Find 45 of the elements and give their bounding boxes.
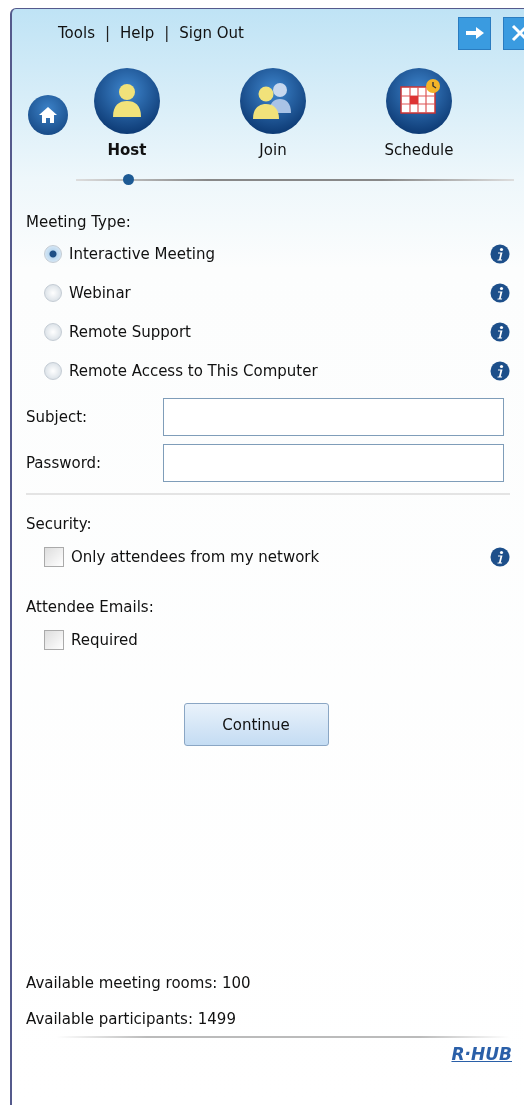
checkbox[interactable] (44, 547, 64, 567)
info-icon[interactable] (490, 244, 510, 264)
info-icon[interactable] (490, 283, 510, 303)
radio-button[interactable] (44, 362, 62, 380)
section-label: Meeting Type: (26, 213, 132, 231)
menu-separator: | (164, 24, 170, 42)
checkbox-label: Only attendees from my network (71, 548, 320, 566)
continue-button[interactable]: Continue (183, 703, 329, 746)
dock-button[interactable] (458, 16, 491, 50)
radio-button[interactable] (44, 245, 62, 263)
nav-tab[interactable]: Schedule (374, 67, 464, 159)
nav-tab[interactable]: Join (228, 67, 318, 159)
home-icon (38, 106, 58, 124)
option-label: Interactive Meeting (69, 245, 216, 263)
menu-separator: | (104, 24, 110, 42)
menu-item[interactable]: Tools (58, 24, 95, 42)
field-label: Password: (26, 454, 103, 472)
status-text: Available participants: 1499 (26, 1010, 236, 1028)
info-icon[interactable] (490, 547, 510, 567)
section-label: Attendee Emails: (26, 598, 155, 616)
status-text: Available meeting rooms: 100 (26, 974, 251, 992)
option-label: Remote Access to This Computer (69, 362, 318, 380)
logo-link[interactable]: R·HUB (451, 1044, 512, 1064)
menu-item[interactable]: Sign Out (179, 24, 244, 42)
checkbox-label: Required (71, 631, 138, 649)
selection-dot (123, 174, 134, 185)
info-icon[interactable] (490, 361, 510, 381)
menu-item[interactable]: Help (120, 24, 155, 42)
nav-tab[interactable]: Host (82, 67, 172, 159)
radio-button[interactable] (44, 284, 62, 302)
option-label: Webinar (69, 284, 131, 302)
option-label: Remote Support (69, 323, 191, 341)
field-label: Subject: (26, 408, 89, 426)
close-icon (510, 24, 524, 42)
arrow-icon (464, 26, 485, 40)
radio-button[interactable] (44, 323, 62, 341)
checkbox[interactable] (44, 630, 64, 650)
info-icon[interactable] (490, 322, 510, 342)
input-field[interactable] (163, 444, 504, 482)
input-field[interactable] (163, 398, 504, 436)
calendar-icon (385, 67, 453, 135)
person-icon (93, 67, 161, 135)
home-button[interactable] (28, 95, 68, 135)
section-label: Security: (26, 515, 93, 533)
people-icon (239, 67, 307, 135)
